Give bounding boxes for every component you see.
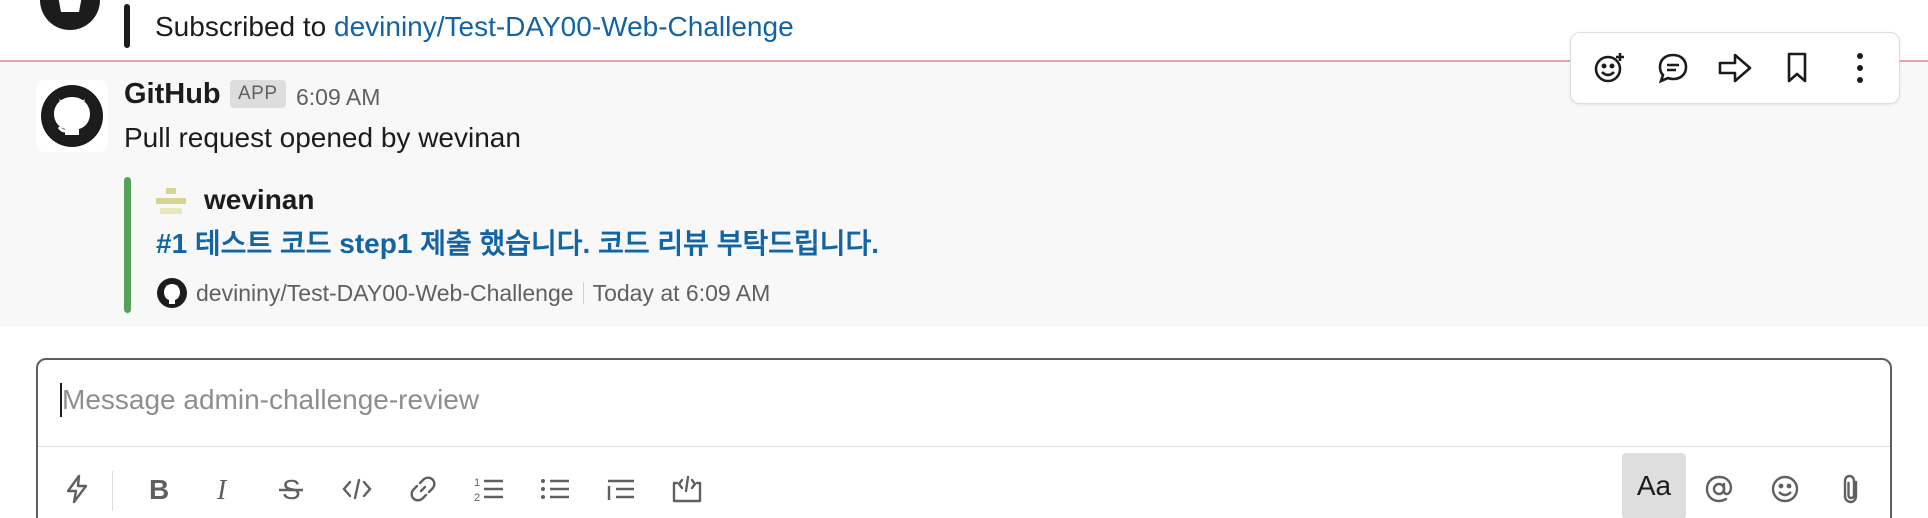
save-bookmark-icon[interactable]: [1772, 43, 1822, 93]
footer-time[interactable]: Today at 6:09 AM: [593, 280, 771, 307]
add-reaction-icon[interactable]: [1585, 43, 1635, 93]
ordered-list-icon[interactable]: 12: [464, 459, 514, 518]
bold-icon[interactable]: B: [134, 459, 184, 518]
format-toggle-button[interactable]: Aa: [1622, 453, 1686, 518]
attachment-accent-bar: [124, 177, 131, 313]
attach-icon[interactable]: [1826, 459, 1876, 518]
strikethrough-icon[interactable]: S: [266, 459, 316, 518]
footer-separator: [582, 282, 584, 304]
author-avatar-icon: [156, 186, 186, 216]
subscribed-repo-link[interactable]: devininy/Test-DAY00-Web-Challenge: [334, 11, 794, 42]
github-avatar-icon[interactable]: [36, 80, 108, 152]
svg-text:1: 1: [474, 477, 480, 489]
bulleted-list-icon[interactable]: [530, 459, 580, 518]
reply-in-thread-icon[interactable]: [1648, 43, 1698, 93]
svg-text:2: 2: [474, 492, 480, 503]
code-block-icon[interactable]: [662, 459, 712, 518]
more-actions-icon[interactable]: [1835, 43, 1885, 93]
quote-bar: [124, 4, 130, 48]
pull-request-title-link[interactable]: #1 테스트 코드 step1 제출 했습니다. 코드 리뷰 부탁드립니다.: [156, 226, 879, 262]
formatting-toolbar: B I S 12 Aa: [38, 447, 1890, 518]
link-icon[interactable]: [398, 459, 448, 518]
share-message-icon[interactable]: [1710, 43, 1760, 93]
svg-text:I: I: [216, 475, 228, 503]
github-icon: [156, 277, 188, 309]
shortcuts-icon[interactable]: [52, 459, 102, 518]
indent-icon[interactable]: [596, 459, 646, 518]
attachment-footer: devininy/Test-DAY00-Web-Challenge Today …: [156, 275, 770, 311]
attachment-author[interactable]: wevinan: [204, 182, 314, 218]
message-input[interactable]: Message admin-challenge-review: [38, 360, 1890, 446]
message-input-placeholder: Message admin-challenge-review: [62, 384, 480, 415]
message-composer: Message admin-challenge-review B I S 12: [36, 358, 1892, 518]
subscription-prefix: Subscribed to: [155, 11, 327, 42]
message-actions-toolbar: [1570, 32, 1900, 104]
mention-icon[interactable]: [1694, 459, 1744, 518]
message-body: Pull request opened by wevinan: [124, 122, 521, 153]
github-avatar-icon[interactable]: [36, 0, 104, 34]
footer-repo: devininy/Test-DAY00-Web-Challenge: [196, 279, 574, 306]
code-icon[interactable]: [332, 459, 382, 518]
app-badge: APP: [230, 80, 286, 108]
svg-text:B: B: [149, 475, 169, 503]
message-timestamp[interactable]: 6:09 AM: [296, 82, 380, 112]
toolbar-separator: [112, 471, 113, 511]
sender-name[interactable]: GitHub: [124, 76, 221, 112]
subscription-text: Subscribed to devininy/Test-DAY00-Web-Ch…: [155, 9, 794, 45]
emoji-icon[interactable]: [1760, 459, 1810, 518]
italic-icon[interactable]: I: [200, 459, 250, 518]
